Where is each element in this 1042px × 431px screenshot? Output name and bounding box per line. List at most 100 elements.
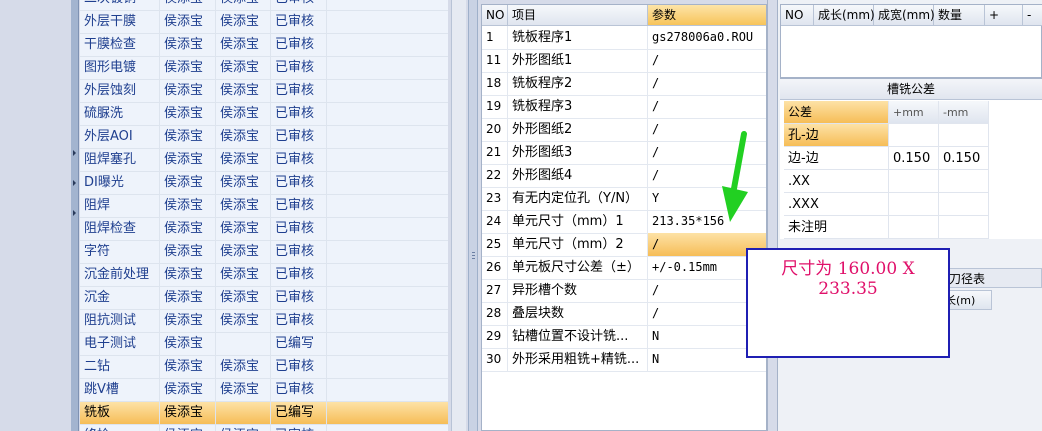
process-name-cell[interactable]: 阻焊塞孔 [80, 149, 160, 171]
parameter-no-cell[interactable]: 1 [482, 26, 508, 49]
status-cell[interactable]: 已审核 [271, 218, 327, 240]
empty-cell[interactable] [327, 402, 448, 424]
process-grid[interactable]: 二次镀铜侯添宝侯添宝已审核外层干膜侯添宝侯添宝已审核干膜检查侯添宝侯添宝已审核图… [80, 0, 448, 431]
process-row[interactable]: 干膜检查 侯添宝 侯添宝 已审核 [80, 34, 448, 57]
process-row[interactable]: 电子测试 侯添宝 已编写 [80, 333, 448, 356]
empty-cell[interactable] [327, 379, 448, 401]
process-row[interactable]: 二次镀铜侯添宝侯添宝已审核 [80, 0, 448, 11]
parameter-no-cell[interactable]: 29 [482, 325, 508, 348]
process-row[interactable]: 字符 侯添宝 侯添宝 已审核 [80, 241, 448, 264]
panel-splitter[interactable] [468, 0, 478, 431]
column-header-no[interactable]: NO [482, 5, 508, 26]
tolerance-name-cell[interactable]: .XX [784, 170, 889, 193]
process-name-cell[interactable]: 阻焊检查 [80, 218, 160, 240]
process-row[interactable]: 铣板 侯添宝 已编写 [80, 402, 448, 425]
parameter-no-cell[interactable]: 11 [482, 49, 508, 72]
process-name-cell[interactable]: 阻焊 [80, 195, 160, 217]
column-header-length[interactable]: 成长(mm) [814, 5, 875, 26]
operator-cell[interactable]: 侯添宝 [160, 356, 216, 378]
add-row-button[interactable]: + [985, 5, 1023, 26]
empty-cell[interactable] [327, 310, 448, 332]
tolerance-header-name[interactable]: 公差 [784, 101, 889, 124]
tolerance-plus-cell[interactable] [889, 216, 939, 239]
expand-arrow-icon[interactable] [73, 150, 76, 156]
tolerance-minus-cell[interactable] [939, 124, 989, 147]
empty-cell[interactable] [327, 57, 448, 79]
tolerance-plus-cell[interactable] [889, 124, 939, 147]
empty-cell[interactable] [327, 218, 448, 240]
empty-cell[interactable] [327, 0, 448, 10]
tolerance-minus-cell[interactable] [939, 193, 989, 216]
tolerance-plus-cell[interactable]: 0.150 [889, 147, 939, 170]
reviewer-cell[interactable]: 侯添宝 [216, 0, 271, 10]
parameter-item-cell[interactable]: 单元板尺寸公差（±） [508, 256, 648, 279]
empty-cell[interactable] [327, 34, 448, 56]
empty-cell[interactable] [327, 172, 448, 194]
parameter-item-cell[interactable]: 外形采用粗铣+精铣... [508, 348, 648, 371]
reviewer-cell[interactable]: 侯添宝 [216, 149, 271, 171]
reviewer-cell[interactable]: 侯添宝 [216, 11, 271, 33]
reviewer-cell[interactable]: 侯添宝 [216, 241, 271, 263]
expand-arrow-icon[interactable] [73, 210, 76, 216]
parameter-value-cell[interactable]: / [648, 49, 766, 72]
reviewer-cell[interactable]: 侯添宝 [216, 57, 271, 79]
tolerance-header-minus[interactable]: -mm [939, 101, 989, 124]
parameter-row[interactable]: 25 单元尺寸（mm）2/ [482, 233, 766, 257]
parameter-no-cell[interactable]: 28 [482, 302, 508, 325]
reviewer-cell[interactable]: 侯添宝 [216, 172, 271, 194]
empty-cell[interactable] [327, 80, 448, 102]
parameter-row[interactable]: 18 铣板程序2/ [482, 72, 766, 96]
reviewer-cell[interactable]: 侯添宝 [216, 356, 271, 378]
process-row[interactable]: 图形电镀 侯添宝 侯添宝 已审核 [80, 57, 448, 80]
reviewer-cell[interactable]: 侯添宝 [216, 264, 271, 286]
operator-cell[interactable]: 侯添宝 [160, 310, 216, 332]
parameter-no-cell[interactable]: 20 [482, 118, 508, 141]
status-cell[interactable]: 已审核 [271, 11, 327, 33]
expand-arrow-icon[interactable] [73, 180, 76, 186]
process-row[interactable]: 二钻 侯添宝 侯添宝 已审核 [80, 356, 448, 379]
tolerance-name-cell[interactable]: 边-边 [784, 147, 889, 170]
tolerance-name-cell[interactable]: .XXX [784, 193, 889, 216]
reviewer-cell[interactable]: 侯添宝 [216, 379, 271, 401]
process-name-cell[interactable]: 二次镀铜 [80, 0, 160, 10]
process-row[interactable]: 外层AOI 侯添宝 侯添宝 已审核 [80, 126, 448, 149]
parameter-item-cell[interactable]: 钻槽位置不设计铣... [508, 325, 648, 348]
parameter-no-cell[interactable]: 25 [482, 233, 508, 256]
operator-cell[interactable]: 侯添宝 [160, 241, 216, 263]
parameter-value-cell[interactable]: gs278006a0.ROU [648, 26, 766, 49]
operator-cell[interactable]: 侯添宝 [160, 0, 216, 10]
empty-cell[interactable] [327, 356, 448, 378]
parameter-no-cell[interactable]: 23 [482, 187, 508, 210]
process-name-cell[interactable]: 阻抗测试 [80, 310, 160, 332]
parameter-no-cell[interactable]: 21 [482, 141, 508, 164]
tolerance-plus-cell[interactable] [889, 170, 939, 193]
column-header-width[interactable]: 成宽(mm) [874, 5, 935, 26]
parameter-row[interactable]: 28 叠层块数 / [482, 302, 766, 326]
process-name-cell[interactable]: 二钻 [80, 356, 160, 378]
process-row[interactable]: 跳V槽 侯添宝 侯添宝 已审核 [80, 379, 448, 402]
parameter-item-cell[interactable]: 外形图纸4 [508, 164, 648, 187]
empty-cell[interactable] [327, 333, 448, 355]
status-cell[interactable]: 已审核 [271, 195, 327, 217]
column-header-no[interactable]: NO [781, 5, 814, 26]
status-cell[interactable]: 已审核 [271, 310, 327, 332]
empty-cell[interactable] [327, 103, 448, 125]
reviewer-cell[interactable] [216, 333, 271, 355]
parameter-row[interactable]: 29 钻槽位置不设计铣... N [482, 325, 766, 349]
empty-cell[interactable] [327, 264, 448, 286]
operator-cell[interactable]: 侯添宝 [160, 103, 216, 125]
process-row[interactable]: 阻焊 侯添宝 侯添宝 已审核 [80, 195, 448, 218]
reviewer-cell[interactable]: 侯添宝 [216, 103, 271, 125]
remove-row-button[interactable]: - [1023, 5, 1042, 26]
process-grid-scrollbar[interactable] [451, 0, 466, 431]
process-row[interactable]: 阻抗测试 侯添宝 侯添宝 已审核 [80, 310, 448, 333]
status-cell[interactable]: 已审核 [271, 34, 327, 56]
process-name-cell[interactable]: 图形电镀 [80, 57, 160, 79]
status-cell[interactable]: 已审核 [271, 356, 327, 378]
parameter-row[interactable]: 30 外形采用粗铣+精铣... N [482, 348, 766, 372]
operator-cell[interactable]: 侯添宝 [160, 34, 216, 56]
operator-cell[interactable]: 侯添宝 [160, 126, 216, 148]
empty-cell[interactable] [327, 241, 448, 263]
parameter-item-cell[interactable]: 外形图纸3 [508, 141, 648, 164]
process-name-cell[interactable]: 沉金 [80, 287, 160, 309]
